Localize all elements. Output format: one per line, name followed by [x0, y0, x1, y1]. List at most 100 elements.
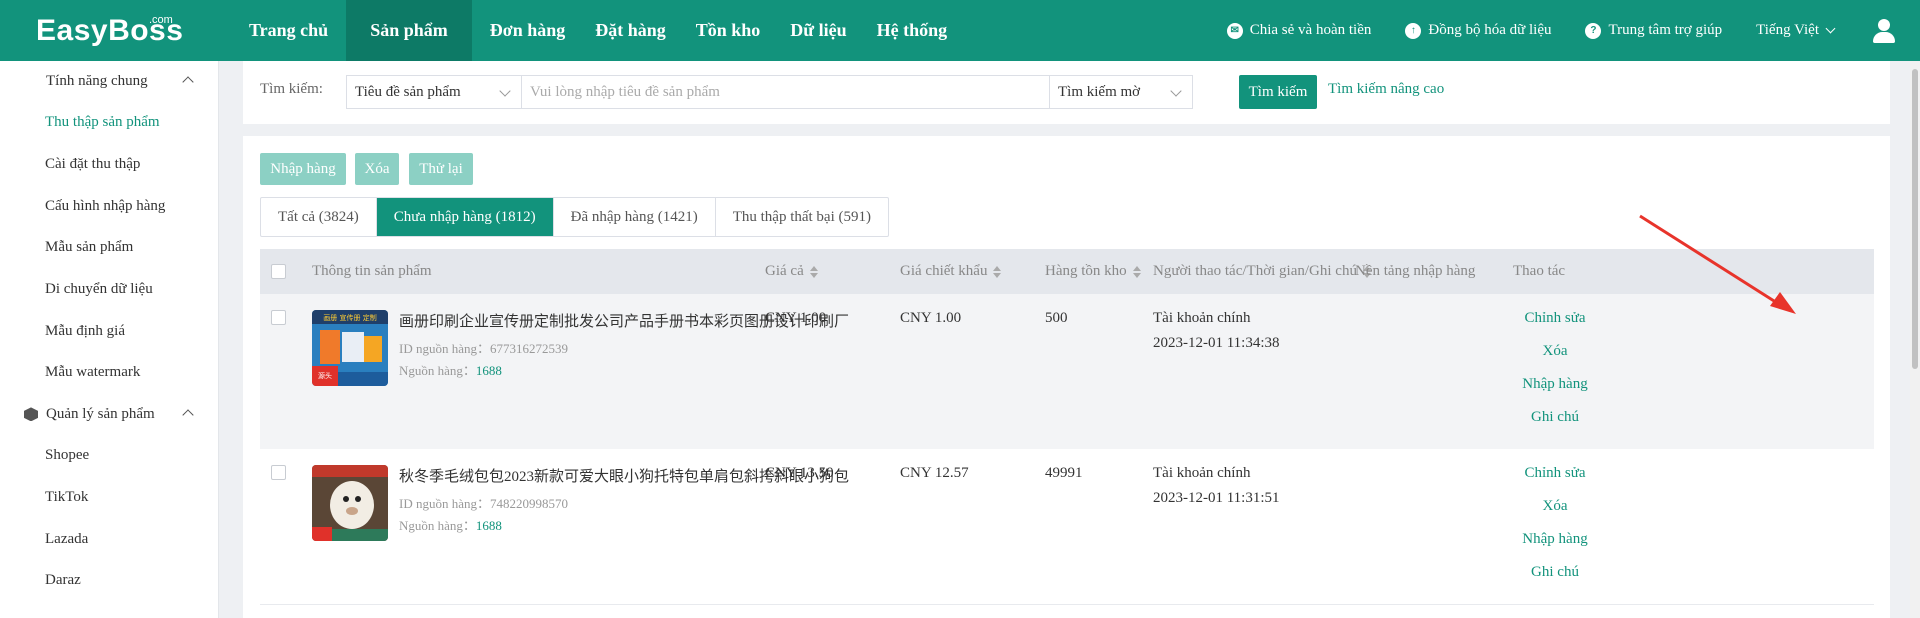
- header-label: Giá chiết khẩu: [900, 263, 988, 279]
- note-link[interactable]: Ghi chú: [1485, 556, 1625, 589]
- scrollbar-thumb[interactable]: [1912, 69, 1918, 369]
- sidebar-item-tiktok[interactable]: TikTok: [0, 477, 218, 519]
- sidebar-item-import-config[interactable]: Cấu hình nhập hàng: [0, 185, 218, 227]
- header-product-info: Thông tin sản phẩm: [312, 263, 432, 280]
- row-divider: [260, 604, 1874, 605]
- advanced-search-link[interactable]: Tìm kiếm nâng cao: [1328, 81, 1444, 98]
- search-button[interactable]: Tìm kiếm: [1239, 75, 1317, 109]
- delete-link[interactable]: Xóa: [1485, 335, 1625, 368]
- header-stock[interactable]: Hàng tồn kho: [1045, 263, 1141, 280]
- row-checkbox[interactable]: [271, 310, 286, 325]
- sidebar-group-label: Quản lý sản phẩm: [46, 405, 155, 422]
- nav-data[interactable]: Dữ liệu: [778, 0, 858, 61]
- tab-collect-failed[interactable]: Thu thập thất bại (591): [716, 198, 888, 236]
- row-checkbox[interactable]: [271, 465, 286, 480]
- language-label: Tiếng Việt: [1756, 22, 1819, 38]
- source-id-value: 748220998570: [490, 496, 568, 511]
- sidebar-item-data-migration[interactable]: Di chuyển dữ liệu: [0, 269, 218, 311]
- header-actions: Thao tác: [1513, 263, 1565, 280]
- search-input[interactable]: [522, 75, 1049, 109]
- svg-text:画册 宣传册 定制: 画册 宣传册 定制: [323, 313, 376, 322]
- source-value[interactable]: 1688: [476, 518, 502, 533]
- stock-value: 49991: [1045, 465, 1083, 481]
- tab-imported[interactable]: Đã nhập hàng (1421): [554, 198, 716, 236]
- sidebar-group-label: Tính năng chung: [46, 73, 148, 89]
- share-refund-label: Chia sẻ và hoàn tiền: [1249, 22, 1372, 38]
- header-import-platform: Nền tảng nhập hàng: [1355, 263, 1475, 280]
- top-navbar: EasyBoss .com Trang chủ Sản phẩm Đơn hàn…: [0, 0, 1920, 61]
- search-label: Tìm kiếm:: [260, 81, 323, 97]
- source-id-line: ID nguồn hàng：748220998570: [399, 493, 568, 512]
- operator-value: Tài khoản chính: [1153, 310, 1251, 326]
- sidebar-item-shopee[interactable]: Shopee: [0, 435, 218, 477]
- discount-price-value: CNY 12.57: [900, 465, 969, 481]
- edit-link[interactable]: Chỉnh sửa: [1485, 302, 1625, 335]
- tab-not-imported[interactable]: Chưa nhập hàng (1812): [376, 198, 554, 236]
- nav-products[interactable]: Sản phẩm: [346, 0, 472, 61]
- nav-purchase[interactable]: Đặt hàng: [583, 0, 678, 61]
- chevron-down-icon: [499, 85, 511, 97]
- source-id-value: 677316272539: [490, 341, 568, 356]
- question-icon: ?: [1585, 22, 1602, 39]
- select-all-checkbox[interactable]: [271, 264, 286, 279]
- source-value[interactable]: 1688: [476, 363, 502, 378]
- sidebar-item-watermark-templates[interactable]: Mẫu watermark: [0, 352, 218, 394]
- easyboss-logo[interactable]: EasyBoss .com: [36, 10, 186, 50]
- share-refund-link[interactable]: ✉ Chia sẻ và hoàn tiền: [1226, 22, 1372, 39]
- header-label: Hàng tồn kho: [1045, 263, 1127, 279]
- retry-button[interactable]: Thử lại: [409, 153, 473, 185]
- grid-icon: [24, 75, 38, 89]
- vertical-scrollbar[interactable]: [1910, 61, 1920, 618]
- source-id-line: ID nguồn hàng：677316272539: [399, 338, 568, 357]
- sidebar-group-general[interactable]: Tính năng chung: [0, 61, 218, 102]
- search-panel: Tìm kiếm: Tiêu đề sản phẩm Tìm kiếm mờ T…: [243, 61, 1890, 124]
- sidebar-item-collect-products[interactable]: Thu thập sản phẩm: [0, 102, 218, 144]
- operator-value: Tài khoản chính: [1153, 465, 1251, 481]
- discount-price-value: CNY 1.00: [900, 310, 962, 326]
- sidebar-group-product-management[interactable]: Quản lý sản phẩm: [0, 394, 218, 435]
- sync-data-link[interactable]: ↑ Đồng bộ hóa dữ liệu: [1405, 22, 1551, 39]
- source-id-label: ID nguồn hàng：: [399, 496, 490, 511]
- sync-data-label: Đồng bộ hóa dữ liệu: [1428, 22, 1552, 38]
- header-discount-price[interactable]: Giá chiết khẩu: [900, 263, 1002, 280]
- sort-icon[interactable]: [1132, 265, 1141, 278]
- help-center-label: Trung tâm trợ giúp: [1608, 22, 1723, 38]
- nav-orders[interactable]: Đơn hàng: [478, 0, 578, 61]
- search-field-select[interactable]: Tiêu đề sản phẩm: [346, 75, 522, 109]
- header-operator-time-note[interactable]: Người thao tác/Thời gian/Ghi chú: [1153, 263, 1371, 280]
- sidebar: Tính năng chung Thu thập sản phẩm Cài đặ…: [0, 61, 219, 618]
- user-avatar-icon[interactable]: [1872, 18, 1896, 43]
- header-label: Thao tác: [1513, 263, 1566, 279]
- header-label: Thông tin sản phẩm: [312, 263, 432, 279]
- chevron-down-icon: [1170, 85, 1182, 97]
- sort-icon[interactable]: [993, 265, 1002, 278]
- import-link[interactable]: Nhập hàng: [1485, 368, 1625, 401]
- search-mode-select[interactable]: Tìm kiếm mờ: [1049, 75, 1193, 109]
- sidebar-item-product-templates[interactable]: Mẫu sản phẩm: [0, 227, 218, 269]
- delete-button[interactable]: Xóa: [355, 153, 399, 185]
- nav-system[interactable]: Hệ thống: [865, 0, 960, 61]
- product-thumbnail[interactable]: [312, 465, 388, 541]
- delete-link[interactable]: Xóa: [1485, 490, 1625, 523]
- table-header: Thông tin sản phẩm Giá cả Giá chiết khẩu…: [260, 249, 1874, 294]
- import-button[interactable]: Nhập hàng: [260, 153, 346, 185]
- nav-home[interactable]: Trang chủ: [237, 0, 340, 61]
- sidebar-item-lazada[interactable]: Lazada: [0, 518, 218, 560]
- sort-icon[interactable]: [809, 265, 818, 278]
- help-center-link[interactable]: ? Trung tâm trợ giúp: [1585, 22, 1722, 39]
- time-value: 2023-12-01 11:31:51: [1153, 490, 1280, 506]
- edit-link[interactable]: Chỉnh sửa: [1485, 457, 1625, 490]
- sidebar-item-daraz[interactable]: Daraz: [0, 560, 218, 602]
- nav-inventory[interactable]: Tồn kho: [684, 0, 773, 61]
- sidebar-item-collect-settings[interactable]: Cài đặt thu thập: [0, 144, 218, 186]
- import-link[interactable]: Nhập hàng: [1485, 523, 1625, 556]
- sidebar-item-pricing-templates[interactable]: Mẫu định giá: [0, 310, 218, 352]
- header-price[interactable]: Giá cả: [765, 263, 818, 280]
- language-select[interactable]: Tiếng Việt: [1756, 22, 1836, 39]
- svg-text:源头: 源头: [318, 371, 332, 380]
- tab-all[interactable]: Tất cả (3824): [261, 198, 377, 236]
- source-id-label: ID nguồn hàng：: [399, 341, 490, 356]
- note-link[interactable]: Ghi chú: [1485, 401, 1625, 434]
- search-mode-value: Tìm kiếm mờ: [1058, 83, 1141, 100]
- product-thumbnail[interactable]: 画册 宣传册 定制 源头: [312, 310, 388, 386]
